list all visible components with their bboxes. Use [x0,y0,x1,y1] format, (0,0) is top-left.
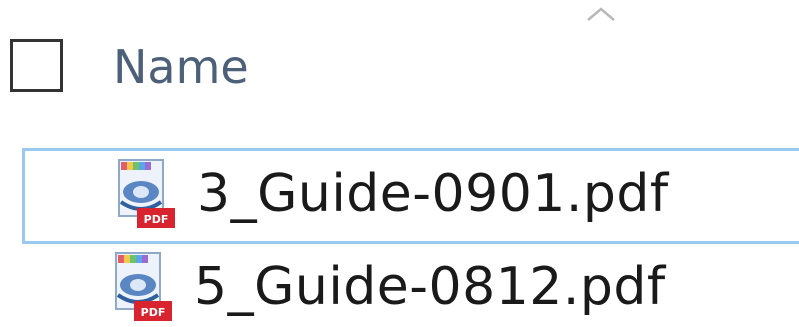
svg-text:PDF: PDF [141,306,166,319]
name-column-header[interactable]: Name [113,36,249,98]
svg-text:PDF: PDF [144,213,169,226]
pdf-file-icon: PDF [118,159,175,228]
file-name: 3_Guide-0901.pdf [197,164,669,224]
file-name: 5_Guide-0812.pdf [194,257,666,317]
file-row[interactable]: PDF 3_Guide-0901.pdf [22,148,799,244]
select-all-checkbox[interactable] [10,39,63,92]
pdf-file-icon: PDF [115,252,172,321]
file-list-view: Name PDF 3_Guide-0901.pdf PDF 5_Guide-08… [0,0,799,327]
chevron-up-icon[interactable] [586,6,616,22]
file-row[interactable]: PDF 5_Guide-0812.pdf [22,243,799,327]
